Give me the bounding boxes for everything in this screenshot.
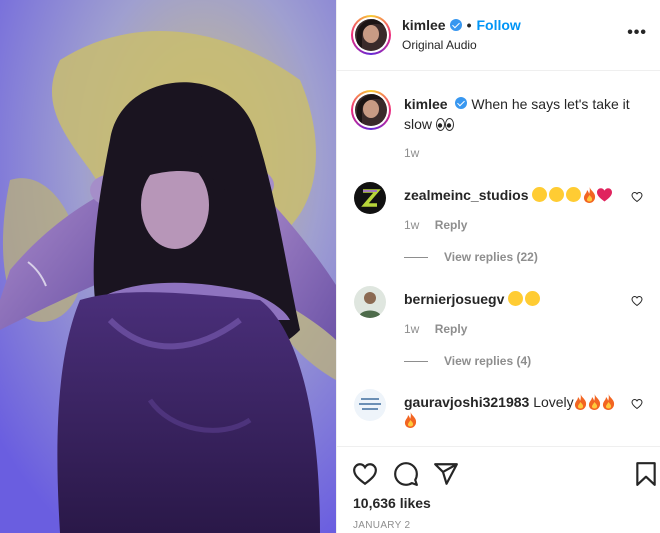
likes-count[interactable]: 10,636 likes	[353, 495, 431, 511]
comment-username[interactable]: gauravjoshi321983	[404, 394, 529, 410]
more-icon[interactable]: •••	[627, 24, 647, 42]
eyes-emoji-icon	[435, 118, 454, 131]
verified-icon	[449, 19, 462, 31]
fire-emoji-icon	[588, 394, 600, 410]
comment-meta: 1w Reply	[404, 322, 467, 336]
comment-body: gauravjoshi321983 Lovely	[404, 393, 629, 429]
yum-emoji-icon	[566, 187, 582, 202]
bookmark-icon[interactable]	[633, 461, 659, 487]
separator: •	[466, 17, 472, 33]
replies-divider	[404, 360, 428, 362]
replies-divider	[404, 256, 428, 258]
caption-avatar[interactable]	[351, 90, 391, 130]
tongue-emoji-icon	[549, 187, 565, 202]
star-eyes-emoji-icon	[508, 291, 524, 306]
audio-label[interactable]: Original Audio	[402, 38, 477, 52]
like-comment-heart-icon[interactable]	[631, 295, 643, 307]
view-replies-label: View replies (22)	[444, 250, 538, 264]
author-avatar[interactable]	[351, 15, 391, 55]
comment-text: Lovely	[533, 394, 574, 410]
fire-emoji-icon	[574, 394, 586, 410]
reply-button[interactable]: Reply	[435, 218, 468, 232]
comments-list: kimlee When he says let's take it slow 1…	[337, 71, 660, 446]
comment-username[interactable]: bernierjosuegv	[404, 291, 504, 307]
post-actions: 10,636 likes JANUARY 2	[337, 446, 660, 533]
post-details-panel: kimlee • Follow Original Audio ••• kimle…	[336, 0, 660, 533]
share-icon[interactable]	[433, 461, 459, 487]
comment-icon[interactable]	[393, 461, 419, 487]
commenter-avatar[interactable]	[354, 182, 386, 214]
yum-emoji-icon	[525, 291, 541, 306]
author-username[interactable]: kimlee	[402, 17, 446, 33]
follow-button[interactable]: Follow	[477, 17, 521, 33]
video-frame	[0, 0, 336, 533]
view-replies-button[interactable]: View replies (22)	[404, 250, 538, 264]
view-replies-label: View replies (4)	[444, 354, 532, 368]
fire-emoji-icon	[584, 187, 596, 203]
post-date[interactable]: JANUARY 2	[353, 520, 410, 531]
commenter-avatar[interactable]	[354, 389, 386, 421]
fire-emoji-icon	[404, 412, 417, 428]
comment-time[interactable]: 1w	[404, 218, 419, 232]
verified-icon	[455, 97, 468, 109]
caption-text: kimlee When he says let's take it slow	[404, 94, 639, 134]
fire-emoji-icon	[602, 394, 614, 410]
comment-item: zealmeinc_studios 1w Reply View replies …	[337, 182, 660, 286]
comment-body: bernierjosuegv	[404, 290, 629, 308]
view-replies-button[interactable]: View replies (4)	[404, 354, 531, 368]
post-header: kimlee • Follow Original Audio •••	[337, 0, 660, 71]
comment-body: zealmeinc_studios	[404, 186, 629, 204]
red-heart-emoji-icon	[597, 188, 613, 202]
like-comment-heart-icon[interactable]	[631, 398, 643, 410]
heart-outline-icon[interactable]	[352, 461, 378, 487]
comment-item: bernierjosuegv 1w Reply View replies (4)	[337, 286, 660, 390]
comment-username[interactable]: zealmeinc_studios	[404, 187, 529, 203]
caption-username[interactable]: kimlee	[404, 96, 448, 112]
comment-time[interactable]: 1w	[404, 322, 419, 336]
post-video[interactable]	[0, 0, 336, 533]
reply-button[interactable]: Reply	[435, 322, 468, 336]
comment-item: gauravjoshi321983 Lovely	[337, 389, 660, 446]
caption-time[interactable]: 1w	[404, 146, 419, 160]
laughing-emoji-icon	[532, 187, 548, 202]
author-line: kimlee • Follow	[402, 17, 521, 33]
comment-meta: 1w Reply	[404, 218, 467, 232]
commenter-avatar[interactable]	[354, 286, 386, 318]
like-comment-heart-icon[interactable]	[631, 191, 643, 203]
